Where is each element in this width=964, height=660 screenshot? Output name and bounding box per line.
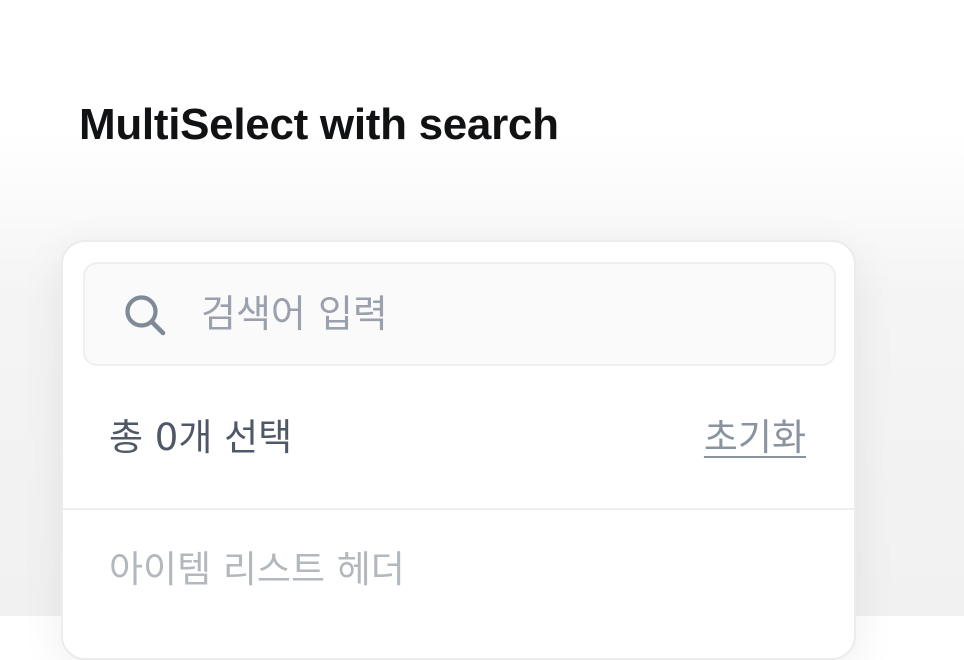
search-box[interactable]: [83, 262, 836, 366]
reset-button[interactable]: 초기화: [704, 410, 806, 466]
multiselect-panel: 총 0개 선택 초기화 아이템 리스트 헤더: [61, 240, 856, 660]
search-input[interactable]: [201, 282, 801, 346]
divider: [63, 508, 854, 510]
selected-count-label: 총 0개 선택: [109, 416, 293, 459]
selection-summary: 총 0개 선택 초기화: [63, 366, 854, 508]
list-header: 아이템 리스트 헤더: [109, 548, 405, 591]
search-icon: [125, 295, 166, 336]
page-title: MultiSelect with search: [79, 100, 559, 149]
